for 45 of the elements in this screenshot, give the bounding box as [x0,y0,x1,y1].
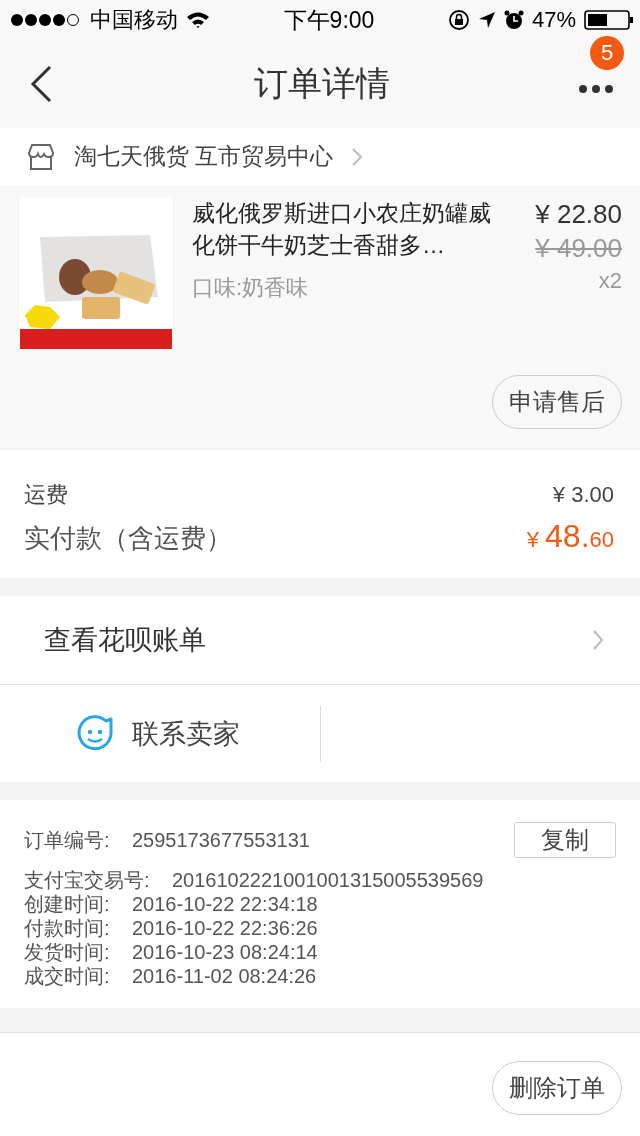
bill-row[interactable]: 查看花呗账单 [0,596,640,685]
product-title[interactable]: 威化俄罗斯进口小农庄奶罐威化饼干牛奶芝士香甜多… [192,197,492,261]
shipping-fee: ¥ 3.00 [552,482,614,508]
product-variant: 口味:奶香味 [192,274,310,302]
chat-face-icon [76,714,114,753]
copy-button[interactable]: 复制 [514,822,616,858]
chevron-right-icon [351,146,364,167]
delete-order-button[interactable]: 删除订单 [492,1061,622,1115]
alarm-clock-icon [503,10,524,30]
page-title: 订单详情 [253,63,391,104]
shipping-label: 运费 [24,481,68,509]
order-field-label: 付款时间: [24,916,111,940]
product-quantity: x2 [598,267,622,295]
store-icon [26,142,56,171]
back-icon[interactable] [30,65,52,103]
order-field-value: 2016-11-02 08:24:26 [132,964,318,988]
total-decimal: 60 [589,527,614,552]
product-price: ¥ 22.80 [535,198,622,231]
after-sales-button[interactable]: 申请售后 [492,375,622,429]
rotation-lock-icon [447,9,470,31]
order-field-value: 2595173677553131 [132,828,311,852]
order-field-label: 支付宝交易号: [24,868,151,892]
order-field-label: 成交时间: [24,964,111,988]
order-field-value: 2016102221001001315005539569 [172,868,485,892]
store-row[interactable]: 淘七天俄货 互市贸易中心 [0,128,640,185]
wifi-icon [186,11,210,29]
currency-symbol: ¥ [526,527,540,552]
order-field-label: 创建时间: [24,892,111,916]
total-label: 实付款（含运费） [24,522,232,555]
order-field-value: 2016-10-22 22:36:26 [132,916,319,940]
location-arrow-icon [477,11,496,29]
notification-badge: 5 [590,36,624,70]
battery-icon [584,10,634,30]
order-field-value: 2016-10-23 08:24:14 [132,940,319,964]
original-price: ¥ 49.00 [535,232,622,265]
more-icon[interactable] [578,84,614,94]
order-field-label: 订单编号: [24,828,111,852]
status-time: 下午9:00 [282,5,376,35]
carrier-name: 中国移动 [90,6,178,34]
order-field-label: 发货时间: [24,940,111,964]
signal-icon [10,13,82,27]
battery-percent: 47% [531,7,576,33]
order-field-value: 2016-10-22 22:34:18 [132,892,319,916]
total-amount: 48. [545,518,590,554]
chevron-right-icon [592,629,604,651]
